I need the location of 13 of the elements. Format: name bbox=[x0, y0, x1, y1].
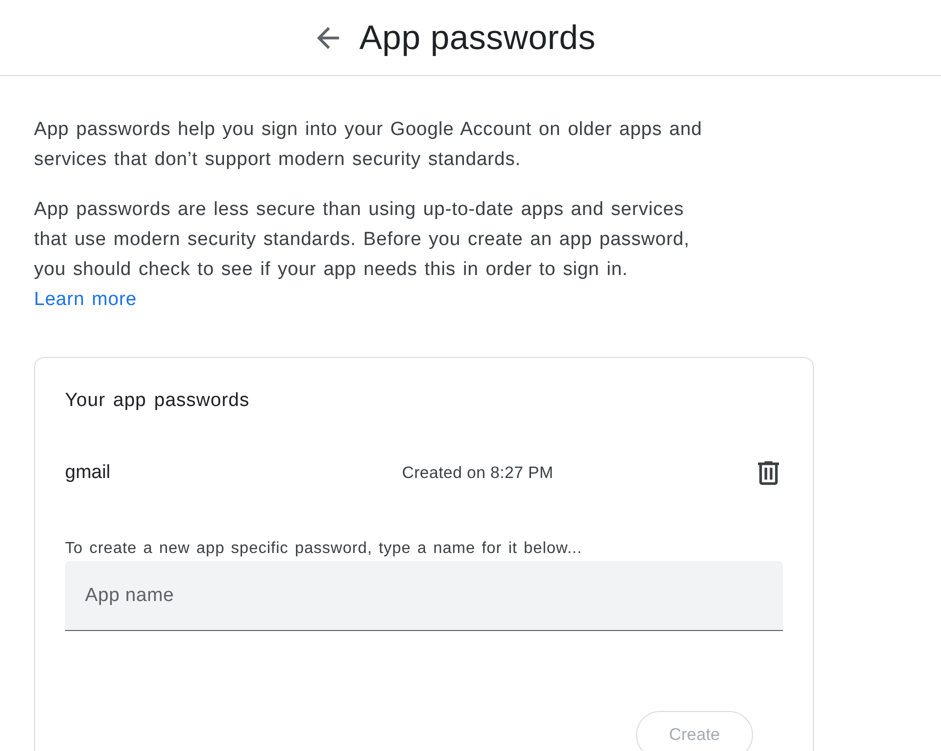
card-title: Your app passwords bbox=[65, 389, 250, 413]
create-hint: To create a new app specific password, type a name for it below... bbox=[65, 539, 584, 559]
trash-icon bbox=[758, 461, 779, 485]
back-button[interactable] bbox=[317, 26, 340, 48]
delete-button[interactable] bbox=[758, 461, 779, 485]
created-time: Created on 8:27 PM bbox=[402, 463, 554, 484]
learn-more-link[interactable]: Learn more bbox=[34, 285, 137, 315]
app-password-name: gmail bbox=[65, 461, 112, 485]
app-name-field[interactable]: App name bbox=[65, 561, 783, 631]
intro-paragraph: App passwords help you sign into your Google Account on older apps and services that don’t support modern security standards. bbox=[34, 118, 704, 172]
back-arrow-icon bbox=[317, 26, 340, 48]
intro-paragraph: App passwords are less secure than using up-to-date apps and services that use modern security standards. Before you create an app password, you should check to see if your app needs this in order to sign in. bbox=[34, 198, 691, 282]
page-title: App passwords bbox=[359, 18, 596, 58]
